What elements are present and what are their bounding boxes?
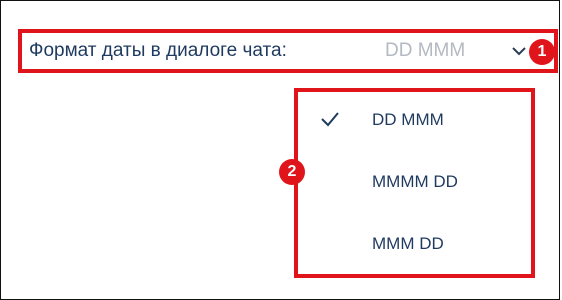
date-format-current-value: DD MMM xyxy=(385,40,466,61)
menu-item-mmmm-dd[interactable]: MMMM DD xyxy=(298,158,531,210)
menu-item-label: MMM DD xyxy=(372,234,444,253)
menu-item-label: DD MMM xyxy=(372,110,444,129)
menu-item-dd-mmm[interactable]: DD MMM xyxy=(298,96,531,148)
menu-item-mmm-dd[interactable]: MMM DD xyxy=(298,220,531,272)
date-format-setting-row: Формат даты в диалоге чата: DD MMM xyxy=(18,29,558,73)
menu-item-label: MMMM DD xyxy=(372,172,458,191)
screenshot-frame: Формат даты в диалоге чата: DD MMM 1 DD … xyxy=(0,0,560,300)
date-format-label: Формат даты в диалоге чата: xyxy=(29,40,287,61)
chevron-down-icon xyxy=(512,47,526,56)
date-format-dropdown-menu: DD MMM MMMM DD MMM DD xyxy=(294,88,535,278)
date-format-dropdown-trigger[interactable]: DD MMM xyxy=(385,33,526,69)
check-icon xyxy=(321,112,339,127)
step-marker-2: 2 xyxy=(279,159,305,185)
step-marker-1: 1 xyxy=(529,39,555,65)
